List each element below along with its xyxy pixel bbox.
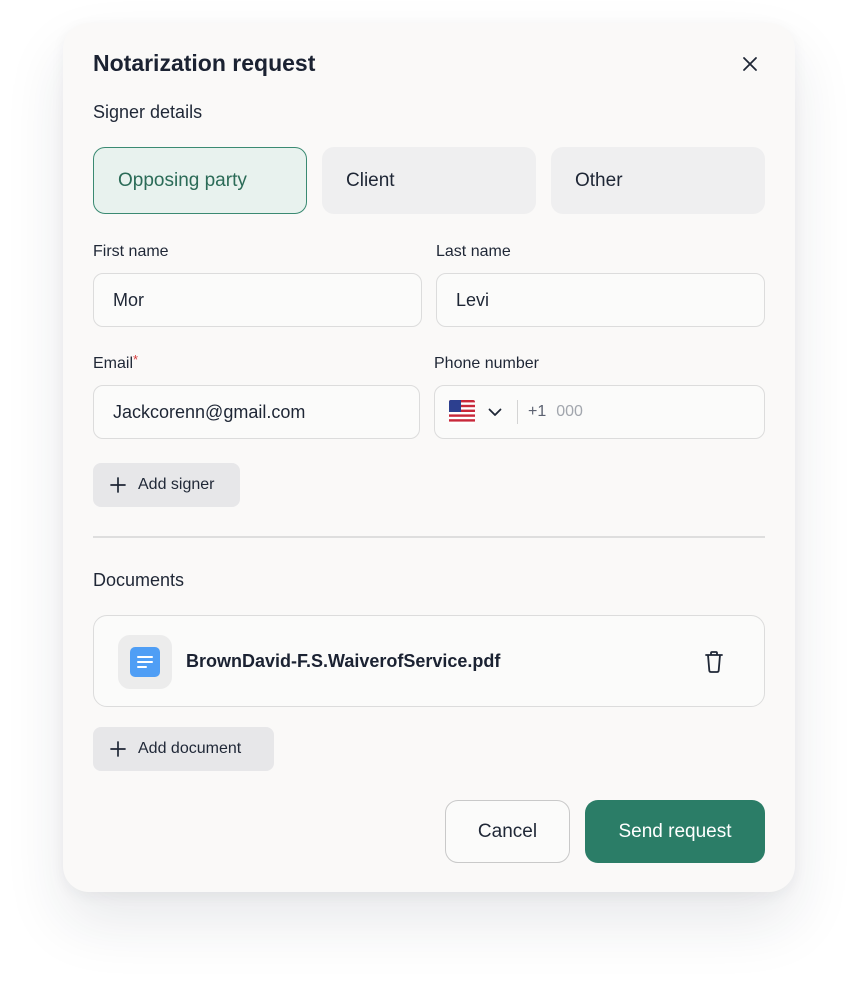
close-icon: [743, 57, 757, 71]
document-thumbnail: [118, 635, 172, 689]
email-value: Jackcorenn@gmail.com: [113, 401, 306, 422]
close-button[interactable]: [737, 51, 763, 77]
country-selector[interactable]: [449, 400, 503, 424]
email-field[interactable]: Jackcorenn@gmail.com: [93, 385, 420, 439]
last-name-value: Levi: [456, 289, 490, 310]
documents-label: Documents: [93, 570, 185, 590]
send-request-button[interactable]: Send request: [585, 800, 765, 863]
country-code: +1: [528, 403, 547, 420]
add-signer-button[interactable]: Add signer: [93, 463, 240, 507]
notarization-dialog: Notarization request Signer details Oppo…: [63, 23, 795, 892]
us-flag-icon: [449, 400, 475, 424]
first-name-value: Mor: [113, 289, 144, 310]
signer-type-opposing-party[interactable]: Opposing party: [93, 147, 307, 214]
signer-type-client[interactable]: Client: [322, 147, 536, 214]
dialog-title: Notarization request: [93, 50, 316, 76]
trash-icon[interactable]: [703, 650, 725, 674]
last-name-field[interactable]: Levi: [436, 273, 765, 327]
email-label-text: Email: [93, 355, 134, 372]
signer-details-label: Signer details: [93, 102, 203, 122]
plus-icon: [110, 477, 126, 493]
document-icon: [130, 647, 160, 677]
add-signer-label: Add signer: [138, 476, 215, 493]
document-name: BrownDavid-F.S.WaiverofService.pdf: [186, 651, 501, 671]
cancel-button[interactable]: Cancel: [445, 800, 570, 863]
phone-divider: [517, 400, 518, 424]
plus-icon: [110, 741, 126, 757]
add-document-button[interactable]: Add document: [93, 727, 274, 771]
phone-placeholder: 000: [556, 403, 583, 420]
first-name-label: First name: [93, 243, 169, 260]
section-divider: [93, 536, 765, 538]
last-name-label: Last name: [436, 243, 511, 260]
phone-label: Phone number: [434, 355, 539, 372]
document-item: BrownDavid-F.S.WaiverofService.pdf: [93, 615, 765, 707]
chevron-down-icon: [488, 408, 502, 416]
email-label: Email*: [93, 352, 139, 373]
signer-type-other[interactable]: Other: [551, 147, 765, 214]
phone-field[interactable]: +1 000: [434, 385, 765, 439]
add-document-label: Add document: [138, 740, 242, 757]
first-name-field[interactable]: Mor: [93, 273, 422, 327]
required-asterisk: *: [133, 352, 139, 367]
